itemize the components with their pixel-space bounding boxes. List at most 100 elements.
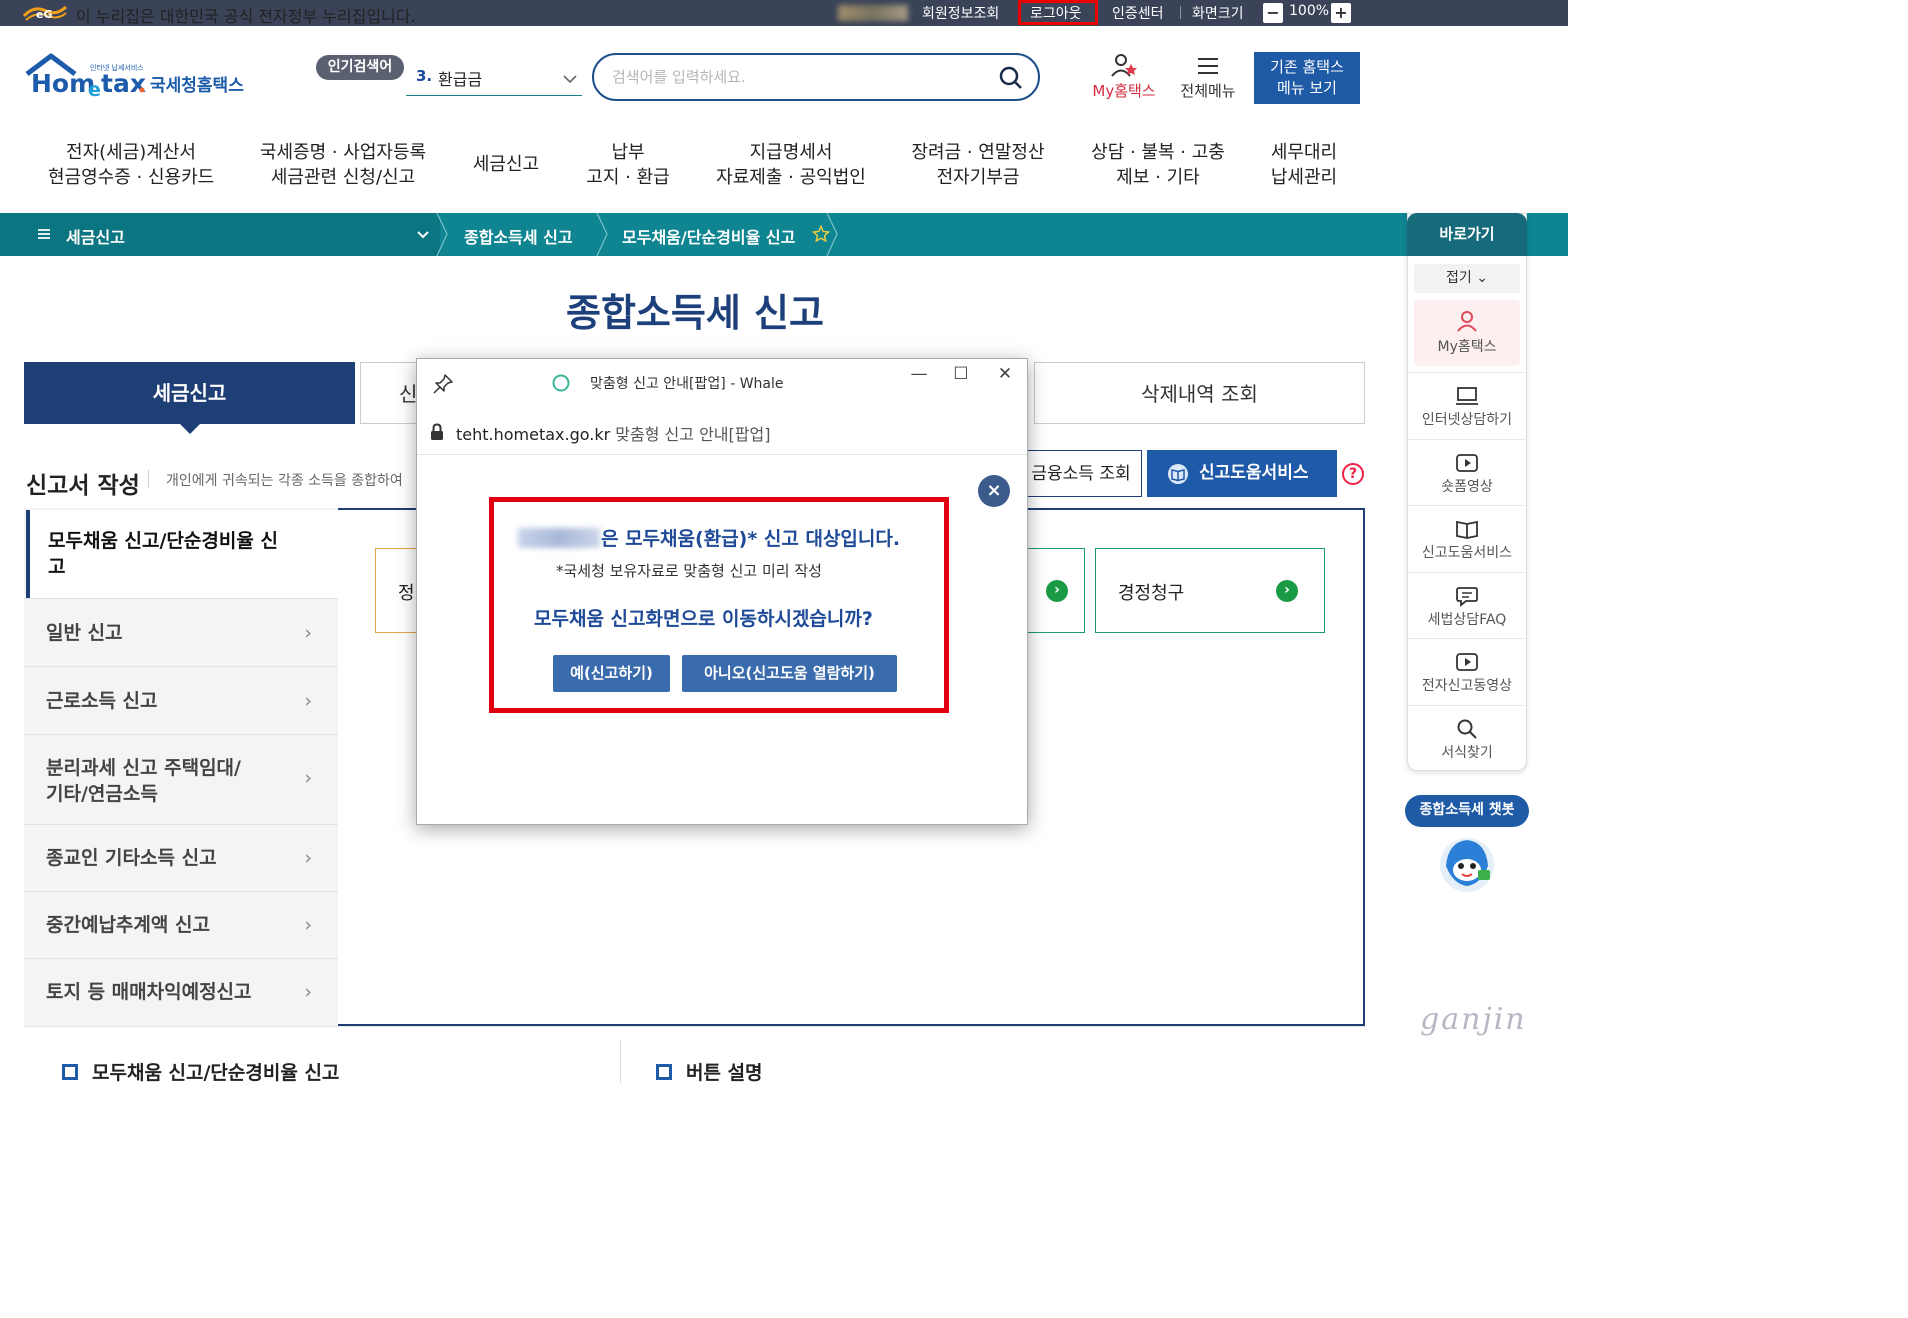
zoom-out-button[interactable]: − bbox=[1263, 3, 1283, 23]
popup-close-button[interactable]: × bbox=[978, 475, 1010, 507]
filing-card-edge[interactable]: › bbox=[1027, 548, 1085, 633]
breadcrumb-separator-icon bbox=[596, 213, 608, 256]
gnb-item-payment-statement[interactable]: 지급명세서 자료제출 · 공익법인 bbox=[714, 140, 868, 190]
gnb-line: 납부 bbox=[611, 142, 645, 163]
divider bbox=[24, 1026, 1365, 1027]
quick-find-form[interactable]: 서식찾기 bbox=[1407, 705, 1527, 769]
popup-message-target: 은 모두채움(환급)* 신고 대상입니다. bbox=[601, 528, 901, 550]
sidebar-item-separate-tax[interactable]: 분리과세 신고 주택임대/기타/연금소득 › bbox=[24, 734, 338, 824]
correction-claim-card[interactable]: 경정청구 › bbox=[1095, 548, 1325, 633]
breadcrumb-separator-icon bbox=[436, 213, 448, 256]
minimize-button[interactable]: — bbox=[904, 362, 934, 386]
popup-window-title: 맞춤형 신고 안내[팝업] - Whale bbox=[590, 376, 784, 392]
blurred-user-name bbox=[838, 5, 908, 21]
search-box bbox=[592, 53, 1040, 101]
sidebar-item-religious[interactable]: 종교인 기타소득 신고 › bbox=[24, 824, 338, 891]
sidebar-item-simple-filing[interactable]: 모두채움 신고/단순경비율 신고 bbox=[26, 510, 338, 598]
gnb-line: 제보 · 기타 bbox=[1116, 167, 1200, 188]
breadcrumb-level3[interactable]: 모두채움/단순경비율 신고 bbox=[622, 224, 795, 248]
yes-file-button[interactable]: 예(신고하기) bbox=[553, 655, 670, 692]
cert-center-link[interactable]: 인증센터 bbox=[1112, 3, 1164, 23]
hamburger-icon[interactable] bbox=[36, 226, 52, 242]
logo-subtitle: 국세청홈택스 bbox=[150, 76, 244, 96]
finance-income-button[interactable]: 금융소득 조회 bbox=[1020, 450, 1142, 497]
tab-deleted-history[interactable]: 삭제내역 조회 bbox=[1034, 362, 1365, 424]
search-icon[interactable] bbox=[998, 65, 1024, 91]
quick-internet-consult[interactable]: 인터넷상담하기 bbox=[1407, 372, 1527, 438]
chevron-down-icon[interactable] bbox=[415, 228, 431, 242]
gnb-item-certificate[interactable]: 국세증명 · 사업자등록세금관련 신청/신고 bbox=[258, 140, 428, 190]
egov-logo-icon: eG bbox=[22, 5, 68, 21]
watermark: ganjin bbox=[1420, 1002, 1527, 1037]
all-menu-button[interactable]: 전체메뉴 bbox=[1176, 52, 1240, 101]
pin-icon[interactable] bbox=[432, 373, 454, 395]
gnb-line: 세금관련 신청/신고 bbox=[270, 167, 416, 188]
gnb-item-tax-filing[interactable]: 세금신고 bbox=[470, 152, 542, 177]
quick-fold-button[interactable]: 접기 ⌄ bbox=[1414, 264, 1520, 293]
gnb-item-consult[interactable]: 상담 · 불복 · 고충 제보 · 기타 bbox=[1090, 140, 1226, 190]
breadcrumb-level2[interactable]: 종합소득세 신고 bbox=[464, 224, 573, 248]
tab-second[interactable]: 신 bbox=[360, 362, 420, 424]
popup-message-note: *국세청 보유자료로 맞춤형 신고 미리 작성 bbox=[556, 562, 822, 580]
gnb-line: 국세증명 · 사업자등록 bbox=[259, 142, 427, 163]
sidebar-item-general[interactable]: 일반 신고 › bbox=[24, 598, 338, 666]
filing-help-service-button[interactable]: 신고도움서비스 bbox=[1147, 450, 1337, 497]
quick-efiling-video[interactable]: 전자신고동영상 bbox=[1407, 638, 1527, 704]
popular-keyword-select[interactable]: 3. 환급금 bbox=[406, 62, 582, 96]
chevron-right-icon: › bbox=[304, 981, 312, 1003]
quick-tax-faq[interactable]: 세법상담FAQ bbox=[1407, 572, 1527, 638]
all-menu-label: 전체메뉴 bbox=[1180, 82, 1236, 100]
quick-shortform-video[interactable]: 숏폼영상 bbox=[1407, 439, 1527, 505]
breadcrumb-separator-icon bbox=[826, 213, 838, 256]
active-tab-pointer bbox=[180, 424, 200, 434]
filing-card-partial[interactable]: 정 bbox=[375, 548, 419, 633]
my-hometax-label: My홈택스 bbox=[1092, 82, 1156, 100]
help-question-icon[interactable]: ? bbox=[1342, 463, 1364, 485]
gnb-line: 납세관리 bbox=[1270, 167, 1338, 188]
sidebar-item-interim[interactable]: 중간예납추계액 신고 › bbox=[24, 891, 338, 958]
zoom-in-button[interactable]: + bbox=[1331, 3, 1351, 23]
chatbot-button[interactable]: 종합소득세 챗봇 bbox=[1405, 795, 1529, 827]
gnb-line: 세금신고 bbox=[472, 154, 540, 175]
divider bbox=[1180, 6, 1181, 19]
gnb-item-einvoice[interactable]: 전자(세금)계산서 현금영수증 · 신용카드 bbox=[48, 140, 214, 190]
section-description: 개인에게 귀속되는 각종 소득을 종합하여 bbox=[166, 473, 403, 489]
logout-link[interactable]: 로그아웃 bbox=[1030, 3, 1082, 23]
member-info-link[interactable]: 회원정보조회 bbox=[922, 3, 999, 23]
window-close-button[interactable]: ✕ bbox=[990, 362, 1020, 386]
section-title: 신고서 작성 bbox=[26, 473, 140, 499]
hometax-logo[interactable]: Hom e tax 인터넷 납세서비스 국세청홈택스 bbox=[25, 52, 255, 102]
svg-text:Hom: Hom bbox=[31, 69, 95, 98]
chevron-right-icon: › bbox=[304, 767, 312, 789]
old-menu-button[interactable]: 기존 홈택스 메뉴 보기 bbox=[1254, 52, 1360, 104]
guide-heading-buttons: 버튼 설명 bbox=[686, 1062, 763, 1083]
chat-bubble-icon bbox=[1456, 587, 1478, 607]
popup-url[interactable]: teht.hometax.go.kr 맞춤형 신고 안내[팝업] bbox=[456, 421, 770, 445]
gnb-line: 전자기부금 bbox=[936, 167, 1020, 188]
gnb-line: 전자(세금)계산서 bbox=[66, 142, 196, 163]
my-hometax-button[interactable]: My홈택스 bbox=[1088, 52, 1160, 101]
zoom-level: 100% bbox=[1289, 3, 1330, 19]
gnb-item-tax-agent[interactable]: 세무대리 납세관리 bbox=[1262, 140, 1346, 190]
chevron-down-icon: ⌄ bbox=[1476, 270, 1488, 286]
gnb-item-incentive[interactable]: 장려금 · 연말정산전자기부금 bbox=[910, 140, 1046, 190]
gnb-item-payment[interactable]: 납부 고지 · 환급 bbox=[583, 140, 673, 190]
sidebar-item-label: 토지 등 매매차익예정신고 bbox=[46, 981, 252, 1003]
popup-url-host: teht.hometax.go.kr bbox=[456, 425, 611, 444]
gnb-line: 장려금 · 연말정산 bbox=[911, 142, 1045, 163]
quick-item-label: 세법상담FAQ bbox=[1427, 612, 1507, 628]
no-view-help-button[interactable]: 아니오(신고도움 열람하기) bbox=[682, 655, 897, 692]
quick-filing-help[interactable]: 신고도움서비스 bbox=[1407, 505, 1527, 571]
sidebar-item-label: 일반 신고 bbox=[46, 622, 123, 644]
search-input[interactable] bbox=[612, 65, 992, 89]
sidebar-item-earned-income[interactable]: 근로소득 신고 › bbox=[24, 666, 338, 734]
sidebar-item-label: 모두채움 신고/단순경비율 신고 bbox=[48, 530, 278, 578]
tab-tax-filing[interactable]: 세금신고 bbox=[24, 362, 355, 424]
book-icon bbox=[1168, 464, 1188, 484]
sidebar-item-land-sale[interactable]: 토지 등 매매차익예정신고 › bbox=[24, 958, 338, 1026]
maximize-button[interactable]: ☐ bbox=[946, 362, 976, 386]
sidebar-item-label: 중간예납추계액 신고 bbox=[46, 914, 210, 936]
chatbot-mascot-icon[interactable] bbox=[1436, 832, 1498, 894]
quick-my-hometax[interactable]: My홈택스 bbox=[1414, 300, 1520, 366]
breadcrumb-menu[interactable]: 세금신고 bbox=[66, 224, 125, 248]
